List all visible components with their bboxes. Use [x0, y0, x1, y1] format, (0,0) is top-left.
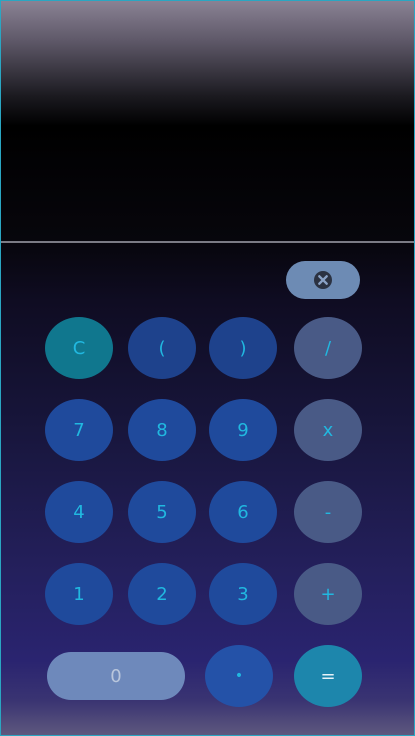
digit-9-button[interactable]: 9 — [209, 399, 277, 461]
divide-button[interactable]: / — [294, 317, 362, 379]
digit-2-button[interactable]: 2 — [128, 563, 196, 625]
digit-4-button[interactable]: 4 — [45, 481, 113, 543]
close-paren-button[interactable]: ) — [209, 317, 277, 379]
digit-1-button[interactable]: 1 — [45, 563, 113, 625]
open-paren-button[interactable]: ( — [128, 317, 196, 379]
backspace-x-icon — [313, 270, 333, 290]
equals-button[interactable]: = — [294, 645, 362, 707]
display-divider — [1, 241, 414, 243]
calculator-app: C ( ) / 7 8 9 x 4 5 6 - 1 2 3 + 0 • = — [0, 0, 415, 736]
digit-6-button[interactable]: 6 — [209, 481, 277, 543]
digit-5-button[interactable]: 5 — [128, 481, 196, 543]
subtract-button[interactable]: - — [294, 481, 362, 543]
decimal-button[interactable]: • — [205, 645, 273, 707]
backspace-button[interactable] — [286, 261, 360, 299]
add-button[interactable]: + — [294, 563, 362, 625]
digit-8-button[interactable]: 8 — [128, 399, 196, 461]
digit-7-button[interactable]: 7 — [45, 399, 113, 461]
multiply-button[interactable]: x — [294, 399, 362, 461]
digit-3-button[interactable]: 3 — [209, 563, 277, 625]
display-area — [1, 1, 414, 241]
clear-button[interactable]: C — [45, 317, 113, 379]
digit-0-button[interactable]: 0 — [47, 652, 185, 700]
